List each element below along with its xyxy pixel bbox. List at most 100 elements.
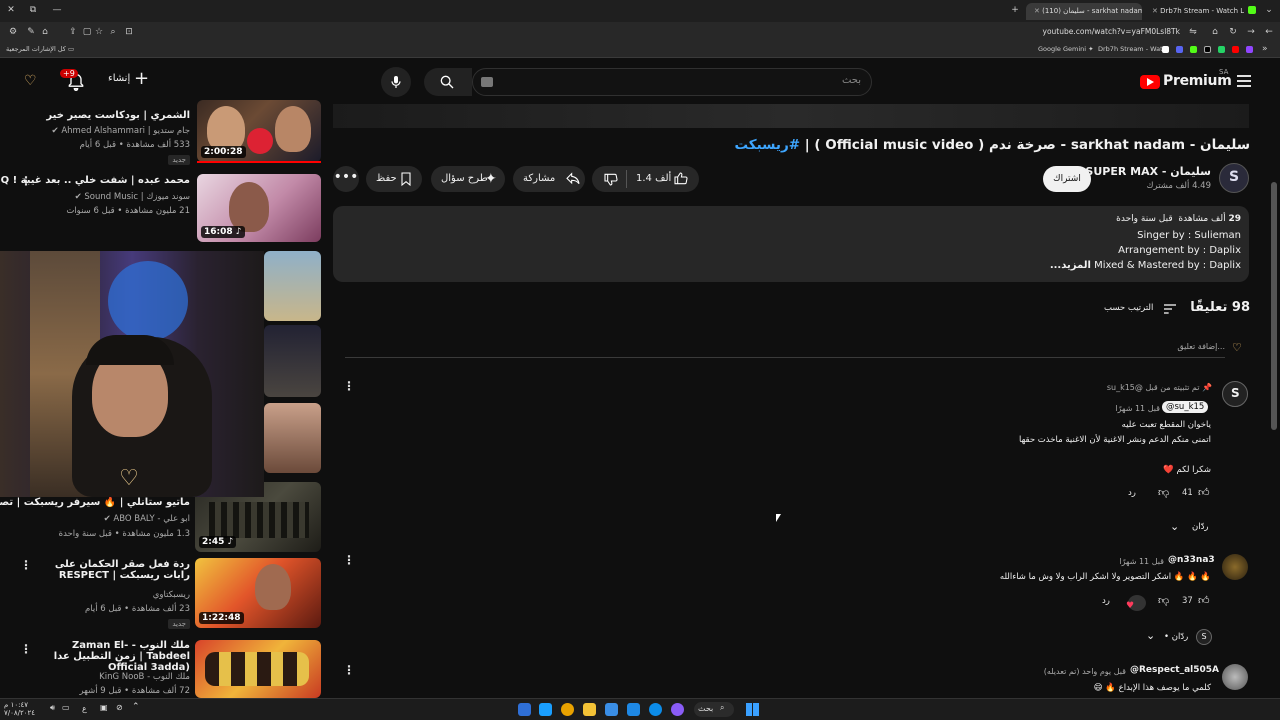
windows-start-icon[interactable]: [746, 703, 759, 716]
more-options-icon[interactable]: ⋮: [20, 643, 32, 655]
new-tab-icon[interactable]: +: [1010, 5, 1020, 15]
hashtag-link[interactable]: #ريسبكت: [735, 137, 801, 153]
file-explorer-icon[interactable]: [583, 703, 596, 716]
avatar[interactable]: ♡: [24, 74, 42, 88]
video-thumbnail[interactable]: 1:22:48: [195, 558, 321, 628]
url-text[interactable]: youtube.com/watch?v=yaFM0Lsl8Tk: [1000, 27, 1181, 36]
kick-icon[interactable]: [1190, 46, 1197, 53]
twitch-icon[interactable]: [1246, 46, 1253, 53]
list-item[interactable]: 2:00:28 الشمري | بودكاست يصير خير جام ست…: [0, 100, 325, 176]
avatar[interactable]: [1222, 554, 1248, 580]
voice-search-button[interactable]: [381, 67, 411, 97]
reply-button[interactable]: رد: [1102, 596, 1110, 606]
extension-icon[interactable]: ⌂: [40, 27, 50, 37]
minimize-window-icon[interactable]: —: [52, 5, 62, 15]
restore-window-icon[interactable]: ⧉: [28, 5, 38, 15]
avatar[interactable]: S: [1222, 381, 1248, 407]
language-indicator[interactable]: ع: [82, 704, 87, 713]
network-icon[interactable]: ▭: [62, 703, 70, 712]
avatar[interactable]: [1222, 664, 1248, 690]
bookmark-star-icon[interactable]: ☆: [94, 27, 104, 37]
tab-current-video[interactable]: ✕ سليمان (110) - sarkhat nadam: [1026, 3, 1142, 20]
notifications-button[interactable]: +9: [60, 69, 86, 92]
all-bookmarks-folder[interactable]: كل الإشارات المرجعية ▭: [6, 45, 74, 53]
sort-button[interactable]: الترتيب حسب: [1100, 301, 1180, 317]
comment-like-button[interactable]: 41 👍︎: [1180, 486, 1212, 502]
show-more-link[interactable]: ...المزيد: [1050, 260, 1091, 271]
tab-drb7h-stream[interactable]: ✕ Drb7h Stream - Watch Live on: [1144, 3, 1244, 20]
view-replies-button[interactable]: ⌄ ردّان: [1170, 520, 1215, 536]
more-actions-button[interactable]: •••: [333, 166, 359, 192]
list-item[interactable]: ⋮ 16:08 ♪ محمد عبده | شفت خلي .. بعد غيب…: [0, 174, 325, 250]
channel-name[interactable]: ملك النوب - KinG NooB: [99, 672, 190, 682]
close-window-icon[interactable]: ✕: [6, 5, 16, 15]
more-options-icon[interactable]: ⋮: [20, 559, 32, 571]
whatsapp-icon[interactable]: [1218, 46, 1225, 53]
channel-name[interactable]: ابو علي - ABO BALY ✔: [104, 514, 190, 524]
comment-more-icon[interactable]: ⋮: [343, 380, 355, 392]
ask-button[interactable]: طرح سؤال ✦: [431, 166, 505, 192]
forward-icon[interactable]: →: [1246, 27, 1256, 37]
install-icon[interactable]: ⊡: [124, 27, 134, 37]
menu-button[interactable]: [1236, 74, 1252, 88]
clock[interactable]: ١٠:٤٧ م ٧/٠٨/٢٠٢٤: [4, 701, 35, 717]
extension-icon[interactable]: ✎: [26, 27, 36, 37]
tab-close-icon[interactable]: ✕: [1152, 7, 1158, 15]
channel-avatar[interactable]: S: [1219, 163, 1249, 193]
share-page-icon[interactable]: ⇪: [68, 27, 78, 37]
discord-icon[interactable]: [1176, 46, 1183, 53]
chevron-up-icon[interactable]: ⌃: [132, 702, 140, 712]
video-title[interactable]: الشمري | بودكاست يصير خير: [46, 110, 190, 121]
video-title[interactable]: ردة فعل صقر الحكمان على رابات ريسبكت | R…: [30, 559, 190, 581]
comment-author[interactable]: @Respect_al505A: [1130, 665, 1219, 675]
zoom-icon[interactable]: ⌕: [108, 27, 118, 37]
tray-icon[interactable]: ⊘: [116, 703, 123, 712]
comment-author[interactable]: @n33na3: [1168, 555, 1215, 565]
video-title[interactable]: ماتيو ستانلي | 🔥 سيرفر ريسبكت | تصوي...: [0, 497, 190, 508]
video-thumbnail[interactable]: [264, 403, 321, 473]
video-thumbnail[interactable]: [264, 325, 321, 397]
taskbar-app-icon[interactable]: [671, 703, 684, 716]
more-bookmarks-icon[interactable]: »: [1262, 44, 1268, 54]
steam-icon[interactable]: [627, 703, 640, 716]
save-button[interactable]: حفظ: [366, 166, 422, 192]
dislike-button[interactable]: [596, 166, 626, 192]
comment-more-icon[interactable]: ⋮: [343, 554, 355, 566]
tab-close-icon[interactable]: ✕: [1034, 7, 1040, 15]
taskbar-search[interactable]: بحث ⌕: [694, 702, 734, 717]
video-thumbnail[interactable]: [264, 251, 321, 321]
home-icon[interactable]: ⌂: [1210, 27, 1220, 37]
bookmark-favicon[interactable]: [1162, 46, 1169, 53]
tray-icon[interactable]: ▣: [100, 703, 108, 712]
bookmark-google-gemini[interactable]: Google Gemini ✦: [1038, 45, 1094, 53]
reply-button[interactable]: رد: [1128, 488, 1136, 498]
video-thumbnail[interactable]: 2:00:28: [197, 100, 321, 162]
keyboard-icon[interactable]: [481, 77, 493, 87]
comment-dislike-button[interactable]: 👎︎: [1158, 594, 1169, 607]
page-scrollbar[interactable]: [1270, 104, 1278, 698]
back-icon[interactable]: ←: [1264, 27, 1274, 37]
x-icon[interactable]: [1204, 46, 1211, 53]
list-item[interactable]: ⋮ 1:22:48 ردة فعل صقر الحكمان على رابات …: [0, 558, 325, 634]
create-button[interactable]: إنشاء +: [104, 69, 154, 93]
site-settings-icon[interactable]: ⇋: [1188, 27, 1198, 37]
video-title[interactable]: ملك النوب - Zaman El-Tabdeel | زمن التطب…: [30, 640, 190, 673]
extension-icon[interactable]: ▢: [82, 27, 92, 37]
share-button[interactable]: مشاركة: [513, 166, 585, 192]
video-title[interactable]: محمد عبده | شفت خلي .. بعد غيبة ! HQ: [0, 175, 190, 186]
tab-search-icon[interactable]: ⌄: [1264, 5, 1274, 15]
reload-icon[interactable]: ↻: [1228, 27, 1238, 37]
extension-icon[interactable]: ⚙: [8, 27, 18, 37]
video-thumbnail[interactable]: [195, 640, 321, 698]
like-button[interactable]: 1.4 ألف: [630, 166, 696, 192]
volume-icon[interactable]: 🔊︎: [50, 703, 55, 713]
steam-icon[interactable]: [539, 703, 552, 716]
channel-name[interactable]: ريسبكتاوي: [153, 590, 190, 600]
youtube-premium-logo[interactable]: Premium SA: [1140, 68, 1232, 92]
description-box[interactable]: 29 ألف مشاهدة قبل سنة واحدة Singer by : …: [333, 206, 1249, 282]
view-replies-button[interactable]: ⌄ • ردّان S: [1146, 629, 1216, 647]
bookmark-drb7h-stream[interactable]: Drb7h Stream - Wat...: [1098, 45, 1169, 53]
channel-name[interactable]: جام ستديو | Ahmed Alshammari ✔: [52, 126, 190, 136]
youtube-icon[interactable]: [1232, 46, 1239, 53]
add-comment-input[interactable]: إضافة تعليق...: [345, 338, 1225, 358]
